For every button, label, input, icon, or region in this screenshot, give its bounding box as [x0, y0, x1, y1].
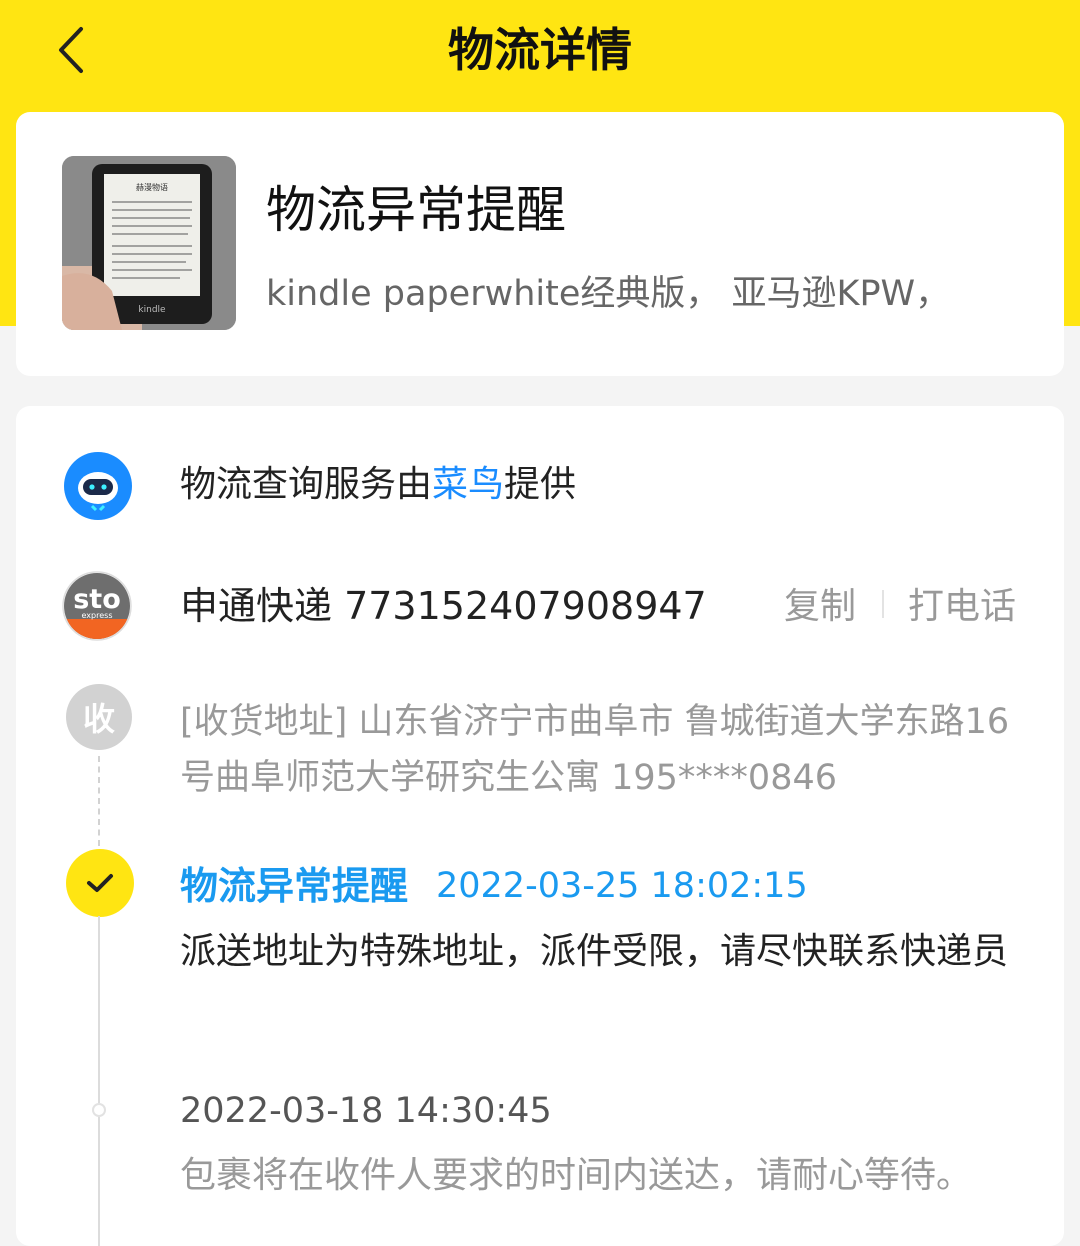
timeline-line — [98, 916, 100, 1246]
event-description: 包裹将在收件人要求的时间内送达，请耐心等待。 — [180, 1155, 973, 1196]
call-button[interactable]: 打电话 — [908, 582, 1016, 632]
product-card[interactable]: 赫漫物语 kindle 物流异常提醒 kindle paperwhite经典版，… — [16, 112, 1064, 376]
copy-button[interactable]: 复制 — [784, 582, 856, 632]
receive-badge: 收 — [66, 684, 132, 750]
svg-text:express: express — [82, 611, 113, 620]
event-time: 2022-03-18 14:30:45 — [180, 1091, 552, 1131]
timeline-dashed-line — [98, 756, 100, 846]
product-title: 物流异常提醒 — [266, 181, 566, 239]
svg-text:赫漫物语: 赫漫物语 — [136, 182, 168, 192]
product-subtitle: kindle paperwhite经典版， 亚马逊KPW， — [266, 274, 951, 314]
page-title: 物流详情 — [448, 23, 632, 77]
divider — [882, 590, 884, 618]
sto-logo-icon: sto express — [62, 571, 132, 641]
carrier-tracking-number: 申通快递 773152407908947 — [180, 584, 707, 628]
event-description: 派送地址为特殊地址，派件受限，请尽快联系快递员 — [180, 931, 1009, 972]
cainiao-link[interactable]: 菜鸟 — [432, 464, 504, 505]
product-thumbnail: 赫漫物语 kindle — [62, 156, 236, 330]
provider-info: 物流查询服务由菜鸟提供 — [180, 464, 577, 505]
timeline-dot — [92, 1103, 106, 1117]
tracking-card: 物流查询服务由菜鸟提供 sto express 申通快递 77315240790… — [16, 406, 1064, 1246]
delivery-address: [收货地址] 山东省济宁市曲阜市 鲁城街道大学东路16号曲阜师范大学研究生公寓 … — [180, 702, 1010, 798]
svg-text:kindle: kindle — [138, 305, 166, 315]
event-title: 物流异常提醒 — [180, 864, 409, 908]
event-time: 2022-03-25 18:02:15 — [436, 866, 808, 906]
check-icon — [66, 849, 134, 917]
cainiao-icon — [64, 452, 132, 520]
top-bar: 物流详情 — [0, 0, 1080, 112]
